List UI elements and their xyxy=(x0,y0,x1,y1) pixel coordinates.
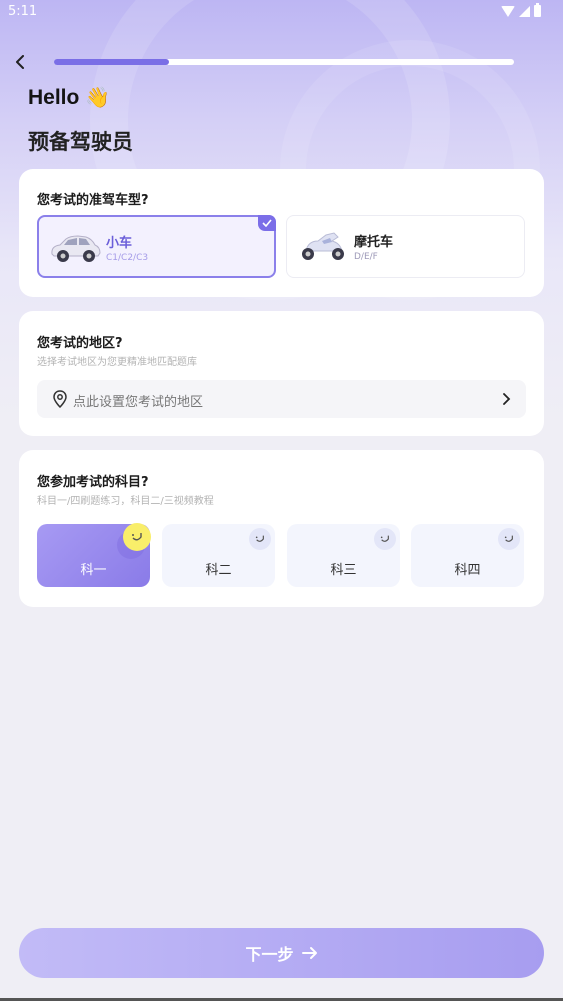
region-title: 您考试的地区? xyxy=(37,336,123,351)
smile-icon xyxy=(498,528,520,550)
motorcycle-icon xyxy=(302,232,344,260)
wave-hand-icon: 👋 xyxy=(85,87,111,109)
vehicle-option-name: 摩托车 xyxy=(354,235,394,250)
signal-icon xyxy=(519,5,530,17)
vehicle-option-motorcycle[interactable]: 摩托车 D/E/F xyxy=(286,215,525,278)
subjects-title: 您参加考试的科目? xyxy=(37,475,149,490)
vehicle-option-license: D/E/F xyxy=(354,252,378,262)
vehicle-type-title: 您考试的准驾车型? xyxy=(37,193,149,208)
status-bar: 5:11 xyxy=(0,0,563,24)
vehicle-option-license: C1/C2/C3 xyxy=(106,253,149,263)
arrow-right-icon xyxy=(301,947,317,959)
greeting: Hello 👋 xyxy=(28,85,110,110)
region-desc: 选择考试地区为您更精准地匹配题库 xyxy=(37,357,197,368)
greeting-text: Hello xyxy=(28,86,80,109)
chevron-right-icon xyxy=(503,393,511,405)
smile-icon xyxy=(249,528,271,550)
next-step-label: 下一步 xyxy=(245,945,294,964)
status-time: 5:11 xyxy=(8,4,38,19)
vehicle-type-card: 您考试的准驾车型? 小车 C1/C2/C3 摩托车 D/E/F xyxy=(19,169,544,297)
subjects-card: 您参加考试的科目? 科目一/四刷题练习，科目二/三视频教程 科一 科二 科三 科… xyxy=(19,450,544,607)
check-icon xyxy=(258,215,276,231)
vehicle-option-name: 小车 xyxy=(106,236,133,251)
subject-option-1[interactable]: 科一 xyxy=(37,523,151,587)
subject-label: 科三 xyxy=(330,563,357,578)
subjects-desc: 科目一/四刷题练习，科目二/三视频教程 xyxy=(37,496,214,507)
subject-label: 科二 xyxy=(205,563,232,578)
subject-option-3[interactable]: 科三 xyxy=(287,524,400,587)
next-step-button[interactable]: 下一步 xyxy=(19,928,544,978)
smile-icon xyxy=(123,523,151,551)
region-card: 您考试的地区? 选择考试地区为您更精准地匹配题库 点此设置您考试的地区 xyxy=(19,311,544,436)
status-icons xyxy=(501,3,541,17)
location-pin-icon xyxy=(53,390,67,408)
chevron-left-icon xyxy=(16,55,24,69)
battery-icon xyxy=(534,3,541,17)
subject-label: 科一 xyxy=(80,563,107,578)
region-selector[interactable]: 点此设置您考试的地区 xyxy=(37,380,526,418)
region-placeholder: 点此设置您考试的地区 xyxy=(73,395,204,410)
progress-bar xyxy=(54,59,514,65)
back-button[interactable] xyxy=(8,50,32,74)
subject-label: 科四 xyxy=(454,563,481,578)
subject-option-4[interactable]: 科四 xyxy=(411,524,524,587)
smile-icon xyxy=(374,528,396,550)
vehicle-option-car[interactable]: 小车 C1/C2/C3 xyxy=(37,215,276,278)
subject-option-2[interactable]: 科二 xyxy=(162,524,275,587)
car-icon xyxy=(51,235,101,262)
page-subtitle: 预备驾驶员 xyxy=(28,130,133,154)
wifi-icon xyxy=(501,5,515,17)
progress-fill xyxy=(54,59,169,65)
